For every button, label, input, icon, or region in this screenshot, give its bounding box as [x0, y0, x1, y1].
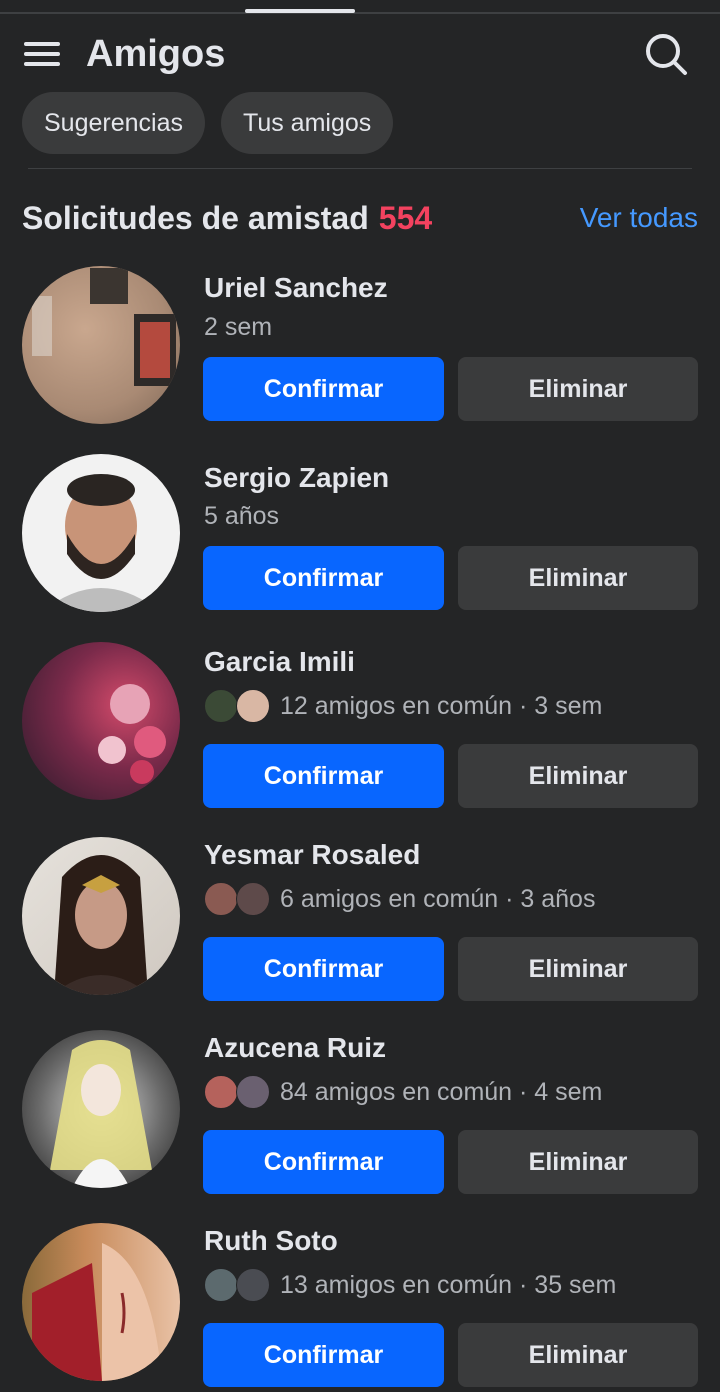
confirm-button[interactable]: Confirmar	[203, 546, 444, 610]
request-name[interactable]: Yesmar Rosaled	[204, 837, 420, 873]
friend-request: Ruth Soto 13 amigos en común · 35 sem Co…	[0, 1221, 720, 1392]
request-name[interactable]: Azucena Ruiz	[204, 1030, 386, 1066]
drag-indicator	[245, 9, 355, 13]
section-title: Solicitudes de amistad	[22, 200, 369, 236]
request-meta: 6 amigos en común · 3 años	[280, 885, 596, 913]
request-meta-row: 6 amigos en común · 3 años	[204, 882, 595, 916]
friend-request: Uriel Sanchez 2 sem Confirmar Eliminar	[0, 262, 720, 432]
chip-suggestions[interactable]: Sugerencias	[22, 92, 205, 154]
delete-button[interactable]: Eliminar	[458, 937, 698, 1001]
confirm-button[interactable]: Confirmar	[203, 937, 444, 1001]
confirm-button[interactable]: Confirmar	[203, 1130, 444, 1194]
request-actions: Confirmar Eliminar	[0, 937, 720, 1001]
request-name[interactable]: Uriel Sanchez	[204, 270, 388, 306]
friend-request: Yesmar Rosaled 6 amigos en común · 3 año…	[0, 835, 720, 1005]
delete-button[interactable]: Eliminar	[458, 1130, 698, 1194]
request-meta: 2 sem	[204, 313, 273, 341]
request-count: 554	[378, 200, 433, 236]
filter-chips: Sugerencias Tus amigos	[22, 92, 394, 154]
request-meta-row: 84 amigos en común · 4 sem	[204, 1075, 602, 1109]
request-meta-row: 13 amigos en común · 35 sem	[204, 1268, 616, 1302]
request-meta: 13 amigos en común · 35 sem	[280, 1271, 617, 1299]
request-meta: 12 amigos en común · 3 sem	[280, 692, 603, 720]
request-actions: Confirmar Eliminar	[0, 357, 720, 421]
friend-request: Sergio Zapien 5 años Confirmar Eliminar	[0, 452, 720, 622]
delete-button[interactable]: Eliminar	[458, 357, 698, 421]
delete-button[interactable]: Eliminar	[458, 1323, 698, 1387]
page-title: Amigos	[86, 33, 226, 75]
chip-your-friends[interactable]: Tus amigos	[220, 92, 394, 154]
confirm-button[interactable]: Confirmar	[203, 744, 444, 808]
mutual-friends-avatars	[204, 882, 270, 916]
status-divider	[0, 12, 720, 14]
mutual-friends-avatars	[204, 1075, 270, 1109]
mutual-friends-avatars	[204, 1268, 270, 1302]
request-actions: Confirmar Eliminar	[0, 546, 720, 610]
see-all-link[interactable]: Ver todas	[580, 194, 698, 242]
request-actions: Confirmar Eliminar	[0, 744, 720, 808]
search-icon[interactable]	[644, 32, 688, 76]
friend-request: Azucena Ruiz 84 amigos en común · 4 sem …	[0, 1028, 720, 1198]
request-name[interactable]: Sergio Zapien	[204, 460, 389, 496]
request-name[interactable]: Ruth Soto	[204, 1223, 338, 1259]
divider	[28, 168, 692, 169]
app-header: Amigos	[0, 28, 720, 84]
delete-button[interactable]: Eliminar	[458, 546, 698, 610]
request-name[interactable]: Garcia Imili	[204, 644, 355, 680]
request-actions: Confirmar Eliminar	[0, 1323, 720, 1387]
confirm-button[interactable]: Confirmar	[203, 357, 444, 421]
delete-button[interactable]: Eliminar	[458, 744, 698, 808]
confirm-button[interactable]: Confirmar	[203, 1323, 444, 1387]
request-actions: Confirmar Eliminar	[0, 1130, 720, 1194]
request-meta: 84 amigos en común · 4 sem	[280, 1078, 603, 1106]
request-meta-row: 12 amigos en común · 3 sem	[204, 689, 602, 723]
friend-request: Garcia Imili 12 amigos en común · 3 sem …	[0, 642, 720, 812]
friend-requests-header: Solicitudes de amistad 554 Ver todas	[22, 194, 700, 242]
request-meta: 5 años	[204, 502, 280, 530]
mutual-friends-avatars	[204, 689, 270, 723]
menu-icon[interactable]	[24, 36, 60, 72]
